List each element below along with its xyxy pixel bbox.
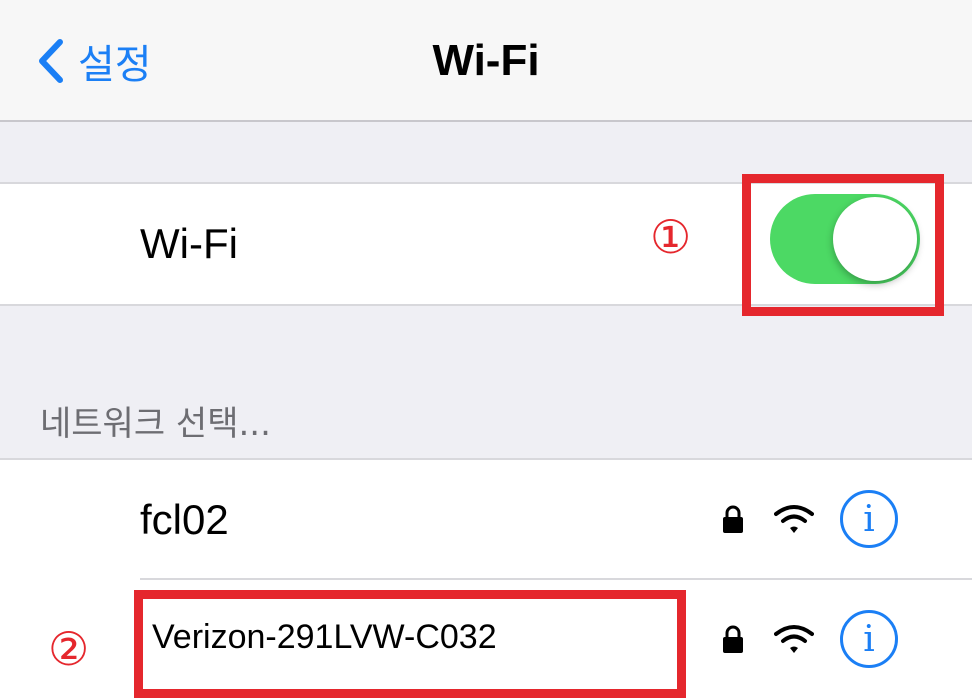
wifi-toggle-label: Wi-Fi [140,220,238,267]
networks-section-header: 네트워크 선택... [40,404,271,444]
annotation-box-toggle [742,174,944,316]
wifi-icon [774,505,814,533]
wifi-icon [774,625,814,653]
network-row-fcl02[interactable]: fcl02 i [0,460,972,578]
navigation-bar: 설정 Wi-Fi [0,0,972,122]
annotation-marker-2: ② [48,622,90,676]
annotation-box-network [134,590,686,698]
network-name: fcl02 [140,496,229,543]
page-title: Wi-Fi [432,36,540,85]
info-icon[interactable]: i [840,610,898,668]
annotation-marker-1: ① [650,210,692,264]
lock-icon [723,505,743,533]
lock-icon [723,625,743,653]
info-icon[interactable]: i [840,490,898,548]
